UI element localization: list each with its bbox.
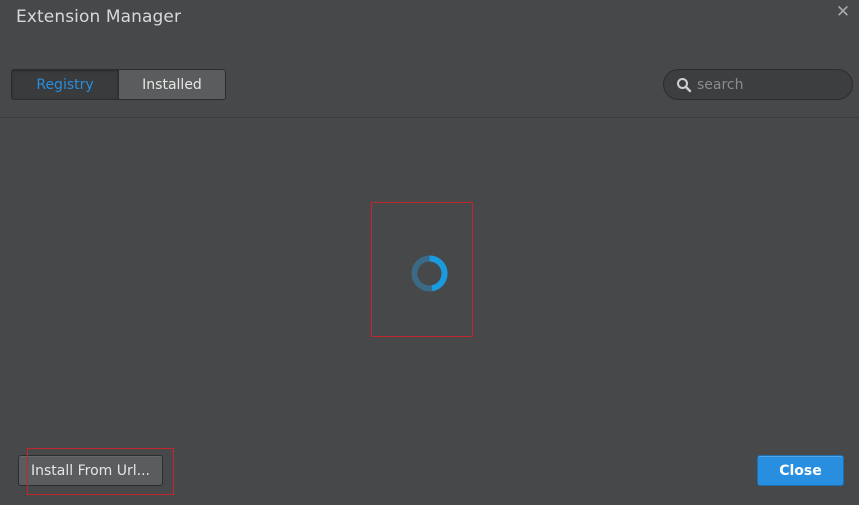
search-box[interactable] [663,69,853,100]
tab-registry[interactable]: Registry [12,70,118,99]
extension-manager-dialog: Extension Manager ✕ Registry Installed I… [0,0,859,505]
dialog-title: Extension Manager [16,7,182,27]
tab-installed[interactable]: Installed [118,70,225,99]
close-button[interactable]: Close [757,455,844,486]
close-icon[interactable]: ✕ [835,3,851,20]
header-divider [0,117,859,118]
search-icon [676,77,692,93]
spinner-icon [410,254,449,293]
install-from-url-button[interactable]: Install From Url... [18,455,163,486]
tab-bar: Registry Installed [11,69,226,100]
search-input[interactable] [697,76,847,93]
